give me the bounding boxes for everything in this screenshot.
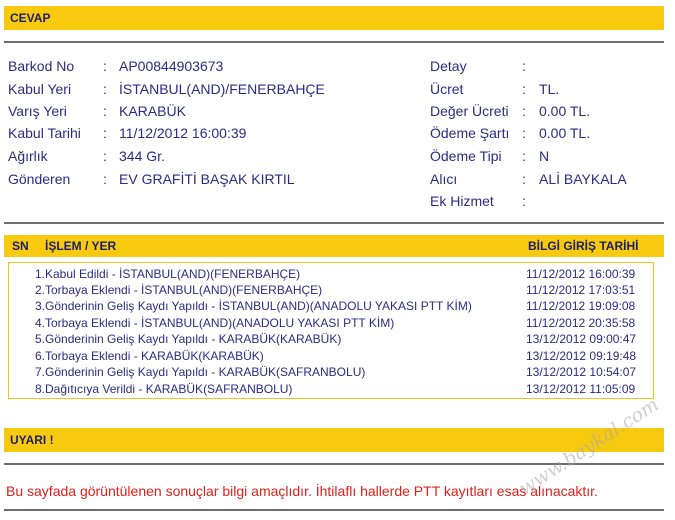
- sender-label: Gönderen: [8, 171, 71, 187]
- detail-label: Detay: [430, 58, 467, 74]
- colon: :: [522, 81, 526, 97]
- table-row: 4.Torbaya Eklendi - İSTANBUL(AND)(ANADOL…: [9, 316, 653, 332]
- recipient-value: ALİ BAYKALA: [539, 171, 627, 187]
- barcode-value: AP00844903673: [119, 58, 224, 74]
- weight-label: Ağırlık: [8, 148, 48, 164]
- row-date: 11/12/2012 16:00:39: [526, 267, 636, 281]
- row-date: 11/12/2012 17:03:51: [526, 283, 636, 297]
- table-row: 2.Torbaya Eklendi - İSTANBUL(AND)(FENERB…: [9, 283, 653, 299]
- table-row: 8.Dağıtıcıya Verildi - KARABÜK(SAFRANBOL…: [9, 382, 653, 398]
- divider-bottom: [4, 509, 664, 511]
- header-sn: SN: [12, 239, 29, 253]
- colon: :: [522, 193, 526, 209]
- destination-label: Varış Yeri: [8, 103, 67, 119]
- origin-label: Kabul Yeri: [8, 81, 72, 97]
- row-action: 2.Torbaya Eklendi - İSTANBUL(AND)(FENERB…: [35, 283, 323, 297]
- answer-section-title: CEVAP: [10, 11, 51, 25]
- divider-middle: [4, 222, 664, 224]
- colon: :: [103, 103, 107, 119]
- extra-service-label: Ek Hizmet: [430, 193, 494, 209]
- header-action: İŞLEM / YER: [45, 239, 117, 253]
- weight-value: 344 Gr.: [119, 148, 165, 164]
- divider-top: [4, 41, 664, 43]
- colon: :: [522, 103, 526, 119]
- row-date: 13/12/2012 11:05:09: [526, 382, 636, 396]
- table-row: 1.Kabul Edildi - İSTANBUL(AND)(FENERBAHÇ…: [9, 267, 653, 283]
- origin-value: İSTANBUL(AND)/FENERBAHÇE: [119, 81, 325, 97]
- payment-condition-value: 0.00 TL.: [539, 125, 591, 141]
- value-fee-label: Değer Ücreti: [430, 103, 509, 119]
- row-date: 13/12/2012 09:00:47: [526, 332, 637, 346]
- colon: :: [522, 125, 526, 141]
- colon: :: [522, 171, 526, 187]
- table-row: 5.Gönderinin Geliş Kaydı Yapıldı - KARAB…: [9, 332, 653, 348]
- colon: :: [103, 148, 107, 164]
- row-action: 8.Dağıtıcıya Verildi - KARABÜK(SAFRANBOL…: [35, 382, 293, 396]
- colon: :: [103, 171, 107, 187]
- warning-message: Bu sayfada görüntülenen sonuçlar bilgi a…: [6, 483, 598, 499]
- row-date: 13/12/2012 10:54:07: [526, 365, 637, 379]
- row-action: 7.Gönderinin Geliş Kaydı Yapıldı - KARAB…: [35, 365, 366, 379]
- row-date: 11/12/2012 20:35:58: [526, 316, 636, 330]
- acceptance-date-label: Kabul Tarihi: [8, 125, 81, 141]
- colon: :: [103, 58, 107, 74]
- row-action: 6.Torbaya Eklendi - KARABÜK(KARABÜK): [35, 349, 264, 363]
- table-row: 3.Gönderinin Geliş Kaydı Yapıldı - İSTAN…: [9, 299, 653, 315]
- row-action: 5.Gönderinin Geliş Kaydı Yapıldı - KARAB…: [35, 332, 342, 346]
- payment-type-value: N: [539, 148, 550, 164]
- colon: :: [103, 81, 107, 97]
- warning-section-title: UYARI !: [10, 433, 54, 447]
- answer-section-header: CEVAP: [4, 6, 664, 30]
- barcode-label: Barkod No: [8, 58, 75, 74]
- colon: :: [522, 148, 526, 164]
- table-row: 7.Gönderinin Geliş Kaydı Yapıldı - KARAB…: [9, 365, 653, 381]
- fee-value: TL.: [539, 81, 560, 97]
- row-date: 11/12/2012 19:09:08: [526, 299, 636, 313]
- recipient-label: Alıcı: [430, 171, 458, 187]
- table-row: 6.Torbaya Eklendi - KARABÜK(KARABÜK) 13/…: [9, 349, 653, 365]
- value-fee-value: 0.00 TL.: [539, 103, 591, 119]
- history-table: 1.Kabul Edildi - İSTANBUL(AND)(FENERBAHÇ…: [8, 262, 654, 399]
- header-date: BİLGİ GİRİŞ TARİHİ: [528, 239, 639, 253]
- colon: :: [522, 58, 526, 74]
- row-action: 1.Kabul Edildi - İSTANBUL(AND)(FENERBAHÇ…: [35, 267, 301, 281]
- row-action: 3.Gönderinin Geliş Kaydı Yapıldı - İSTAN…: [35, 299, 472, 313]
- payment-type-label: Ödeme Tipi: [430, 148, 502, 164]
- fee-label: Ücret: [430, 81, 464, 97]
- payment-condition-label: Ödeme Şartı: [430, 125, 510, 141]
- acceptance-date-value: 11/12/2012 16:00:39: [119, 125, 247, 141]
- sender-value: EV GRAFİTİ BAŞAK KIRTIL: [119, 171, 295, 187]
- destination-value: KARABÜK: [119, 103, 186, 119]
- row-date: 13/12/2012 09:19:48: [526, 349, 637, 363]
- history-table-header: SN İŞLEM / YER BİLGİ GİRİŞ TARİHİ: [4, 235, 664, 257]
- colon: :: [103, 125, 107, 141]
- row-action: 4.Torbaya Eklendi - İSTANBUL(AND)(ANADOL…: [35, 316, 395, 330]
